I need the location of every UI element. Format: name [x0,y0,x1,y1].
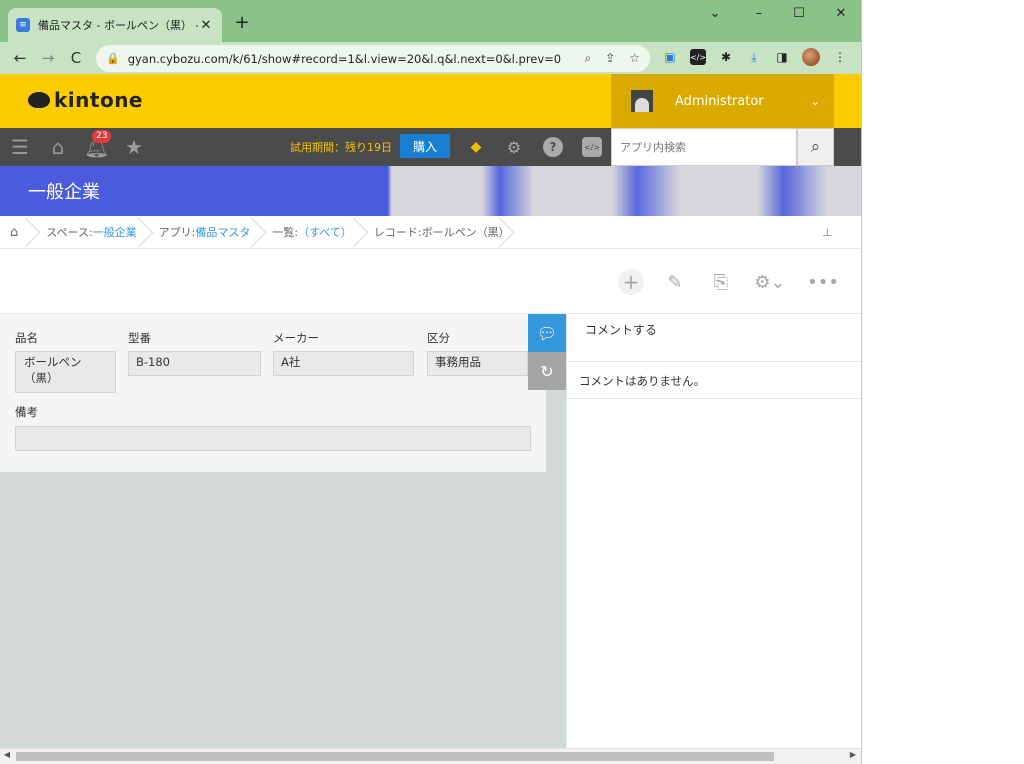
chevron-down-icon: ⌄ [810,94,820,108]
field-label-name: 品名 [15,331,38,345]
breadcrumb-record-name: ボールペン（黒） [421,226,510,239]
breadcrumb-app-link[interactable]: 備品マスタ [195,224,250,240]
field-value-category: 事務用品 [427,351,528,376]
logo-text: kintone [54,88,143,112]
duplicate-icon[interactable]: ⎘ [708,269,734,295]
breadcrumb-list-link[interactable]: （すべて） [298,224,352,240]
kintone-logo[interactable]: kintone [28,88,143,112]
record-body: 品名 ボールペン （黒） 型番 B-180 メーカー A社 区分 事務用品 備考… [0,314,861,748]
settings-gear-icon[interactable]: ⚙ [504,137,524,157]
user-avatar-icon [631,90,653,112]
user-name: Administrator [675,93,764,109]
zoom-icon[interactable]: ⌕ [584,51,591,66]
breadcrumb-list: 一覧: （すべて） [262,216,364,249]
field-label-notes: 備考 [15,405,38,419]
tab-search-icon[interactable]: ⌄ [700,6,730,21]
search-icon[interactable]: ⌕ [797,128,834,166]
user-menu[interactable]: Administrator ⌄ [611,74,834,128]
kintone-favicon-icon: ≡ [16,18,30,32]
breadcrumb: ⌂ スペース: 一般企業 アプリ: 備品マスタ 一覧: （すべて） レコード: … [0,216,861,249]
reload-icon[interactable]: C [62,49,90,67]
header-tail [834,74,861,128]
star-icon[interactable]: ★ [122,135,146,159]
minimize-button[interactable]: – [744,6,774,21]
add-record-button[interactable]: + [618,269,644,295]
breadcrumb-app-prefix: アプリ: [158,226,196,239]
back-arrow-icon[interactable]: ← [6,49,34,67]
scroll-right-arrow-icon[interactable]: ▶ [846,750,860,759]
breadcrumb-list-prefix: 一覧: [272,226,299,239]
help-icon[interactable]: ? [543,137,563,157]
bookmark-star-icon[interactable]: ☆ [629,51,640,66]
breadcrumb-app: アプリ: 備品マスタ [149,216,263,249]
field-label-model: 型番 [128,331,151,345]
scroll-left-arrow-icon[interactable]: ◀ [0,750,14,759]
browser-tab[interactable]: ≡ 備品マスタ - ボールペン（黒） - レコ ✕ [8,8,222,42]
field-value-notes [15,426,531,451]
trial-period-text: 試用期間：残り19日 [290,141,392,154]
beginner-mark-icon[interactable]: ◆ [466,137,486,157]
kintone-header: kintone Administrator ⌄ [0,74,861,128]
extension-icon[interactable]: ▣ [662,49,678,65]
share-icon[interactable]: ⇪ [605,51,615,66]
breadcrumb-space-link[interactable]: 一般企業 [93,224,137,240]
code-icon[interactable]: </> [582,137,602,157]
scrollbar-thumb[interactable] [16,752,774,761]
record-toolbar: + ✎ ⎘ ⚙⌄ ••• [0,249,861,314]
field-label-category: 区分 [427,331,450,345]
breadcrumb-record: レコード: ボールペン（黒） [364,216,510,249]
notification-badge: 23 [92,130,112,143]
form-panel: 品名 ボールペン （黒） 型番 B-180 メーカー A社 区分 事務用品 備考… [0,314,566,748]
side-panel-icon[interactable]: ◨ [774,49,790,65]
breadcrumb-record-prefix: レコード: [373,226,422,239]
history-tab-icon[interactable]: ↻ [528,352,566,390]
menu-dots-icon[interactable]: ⋮ [832,49,848,65]
breadcrumb-home-icon[interactable]: ⌂ [8,216,36,249]
field-value-name: ボールペン （黒） [15,351,116,393]
app-search-input[interactable]: アプリ内検索 [611,128,797,166]
settings-dropdown-icon[interactable]: ⚙⌄ [752,269,788,295]
address-bar[interactable]: 🔒 gyan.cybozu.com/k/61/show#record=1&l.v… [96,45,650,72]
breadcrumb-space: スペース: 一般企業 [36,216,148,249]
comment-input[interactable]: コメントする [567,314,861,362]
hamburger-menu-icon[interactable]: ☰ [8,135,32,159]
tab-strip: ≡ 備品マスタ - ボールペン（黒） - レコ ✕ + ⌄ – ☐ ✕ [0,0,861,42]
record-form: 品名 ボールペン （黒） 型番 B-180 メーカー A社 区分 事務用品 備考 [0,314,546,472]
space-banner: 一般企業 [0,166,861,216]
horizontal-scrollbar[interactable]: ◀ ▶ [0,748,861,764]
profile-avatar[interactable] [802,48,820,66]
maximize-button[interactable]: ☐ [784,6,814,21]
puzzle-icon[interactable]: ✱ [718,49,734,65]
tab-close-icon[interactable]: ✕ [198,18,214,33]
field-value-model: B-180 [128,351,261,376]
space-title: 一般企業 [28,182,100,203]
browser-toolbar: ← → C 🔒 gyan.cybozu.com/k/61/show#record… [0,42,861,74]
devtools-extension-icon[interactable]: </> [690,49,706,65]
browser-window: ≡ 備品マスタ - ボールペン（黒） - レコ ✕ + ⌄ – ☐ ✕ ← → … [0,0,862,764]
home-icon[interactable]: ⌂ [46,135,70,159]
field-value-maker: A社 [273,351,414,376]
no-comments-text: コメントはありません。 [567,362,861,399]
edit-icon[interactable]: ✎ [662,269,688,295]
kintone-nav-bar: ☰ ⌂ 🔔︎ 23 ★ 試用期間：残り19日 購入 ◆ ⚙ ? </> アプリ内… [0,128,861,166]
comment-tab-icon[interactable]: 💬︎ [528,314,566,352]
breadcrumb-space-prefix: スペース: [46,226,93,239]
field-label-maker: メーカー [273,331,319,345]
tab-title: 備品マスタ - ボールペン（黒） - レコ [38,19,198,32]
pin-icon[interactable]: ⊥ [822,225,832,239]
forward-arrow-icon[interactable]: → [34,49,62,67]
kintone-cloud-icon [28,92,50,108]
url-text[interactable]: gyan.cybozu.com/k/61/show#record=1&l.vie… [128,52,585,66]
lock-icon[interactable]: 🔒 [106,52,120,65]
download-icon[interactable]: ⤓ [746,49,762,65]
close-window-button[interactable]: ✕ [826,6,856,21]
comment-panel: コメントする コメントはありません。 [566,314,861,748]
new-tab-button[interactable]: + [232,12,252,33]
more-options-icon[interactable]: ••• [807,269,839,295]
buy-button[interactable]: 購入 [400,134,450,158]
